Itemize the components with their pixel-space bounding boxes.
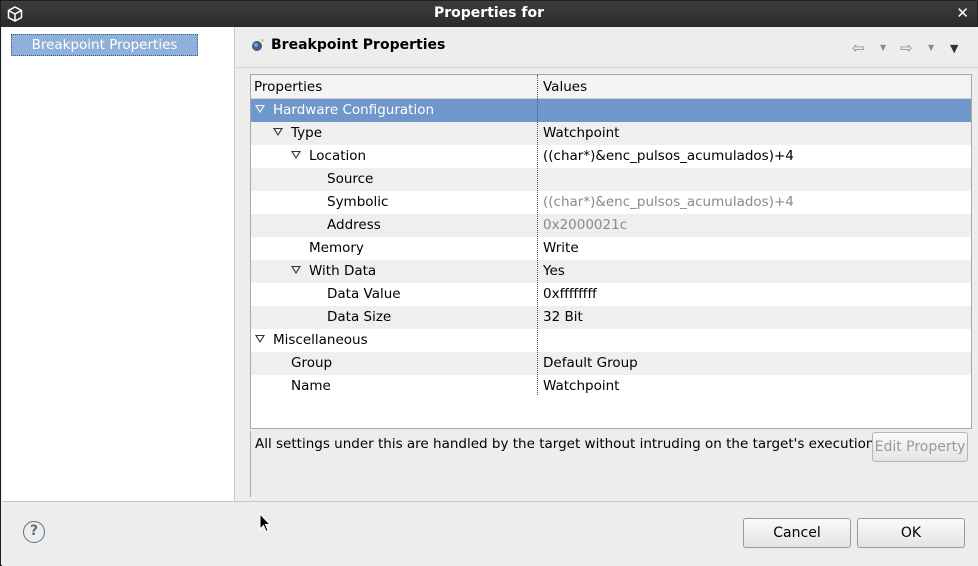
panel-title: Breakpoint Properties [271, 37, 446, 53]
property-name: Hardware Configuration [273, 102, 435, 118]
table-row[interactable]: Miscellaneous [251, 329, 971, 352]
expand-toggle-icon[interactable] [255, 335, 265, 343]
property-name: Memory [309, 240, 364, 256]
property-name: Data Size [327, 309, 392, 325]
column-header-values[interactable]: Values [543, 79, 587, 95]
expand-toggle-icon[interactable] [291, 151, 301, 159]
table-header: Properties Values [251, 75, 971, 99]
cancel-button[interactable]: Cancel [743, 518, 851, 548]
table-row[interactable]: Symbolic ((char*)&enc_pulsos_acumulados)+… [251, 191, 971, 214]
property-value: ((char*)&enc_pulsos_acumulados)+4 [543, 194, 794, 210]
description-area: All settings under this are handled by t… [250, 431, 972, 497]
properties-table: Properties Values Hardware Configuration… [250, 74, 972, 429]
property-name: Miscellaneous [273, 332, 368, 348]
property-value[interactable]: 32 Bit [543, 309, 583, 325]
close-icon[interactable]: ✕ [956, 4, 969, 22]
property-name: Data Value [327, 286, 401, 302]
table-row[interactable]: Group Default Group [251, 352, 971, 375]
property-name: Type [291, 125, 323, 141]
expand-toggle-icon[interactable] [291, 266, 301, 274]
table-row[interactable]: Source [251, 168, 971, 191]
property-value: 0x2000021c [543, 217, 628, 233]
back-arrow-icon[interactable]: ⇦ [852, 39, 865, 57]
preference-nav-tree: Breakpoint Properties [2, 27, 235, 501]
button-bar: ? Cancel OK [2, 501, 978, 566]
property-name: Name [291, 378, 331, 394]
window-title: Properties for [433, 5, 544, 21]
table-row[interactable]: With Data Yes [251, 260, 971, 283]
breakpoint-icon [252, 39, 264, 51]
forward-arrow-icon[interactable]: ⇨ [900, 39, 913, 57]
table-row[interactable]: Data Size 32 Bit [251, 306, 971, 329]
help-icon[interactable]: ? [23, 521, 45, 543]
table-row[interactable]: Hardware Configuration [251, 99, 971, 122]
table-row[interactable]: Location ((char*)&enc_pulsos_acumulados)+… [251, 145, 971, 168]
column-header-properties[interactable]: Properties [254, 79, 322, 95]
table-row[interactable]: Type Watchpoint [251, 122, 971, 145]
forward-dropdown-icon[interactable]: ▼ [928, 43, 934, 52]
property-value[interactable]: Yes [543, 263, 565, 279]
back-dropdown-icon[interactable]: ▼ [880, 43, 886, 52]
property-name: Source [327, 171, 374, 187]
property-name: Group [291, 355, 333, 371]
property-value[interactable]: 0xffffffff [543, 286, 597, 302]
expand-toggle-icon[interactable] [273, 128, 283, 136]
title-bar: Properties for ✕ [1, 1, 977, 27]
property-name: With Data [309, 263, 377, 279]
property-description: All settings under this are handled by t… [255, 436, 875, 452]
property-name: Symbolic [327, 194, 389, 210]
property-value[interactable]: ((char*)&enc_pulsos_acumulados)+4 [543, 148, 794, 164]
edit-property-button[interactable]: Edit Property [872, 432, 968, 462]
column-separator[interactable] [537, 75, 538, 395]
property-value[interactable]: Write [543, 240, 579, 256]
property-value[interactable]: Watchpoint [543, 125, 619, 141]
panel-header: Breakpoint Properties ⇦ ▼ ⇨ ▼ ▼ [237, 27, 978, 68]
table-row[interactable]: Address 0x2000021c [251, 214, 971, 237]
ok-button[interactable]: OK [857, 518, 965, 548]
view-menu-icon[interactable]: ▼ [950, 42, 958, 55]
property-name: Location [309, 148, 367, 164]
table-row[interactable]: Memory Write [251, 237, 971, 260]
property-name: Address [327, 217, 381, 233]
nav-item-breakpoint-properties[interactable]: Breakpoint Properties [11, 34, 198, 56]
properties-dialog: Properties for ✕ Breakpoint Properties B… [0, 0, 978, 566]
expand-toggle-icon[interactable] [255, 105, 265, 113]
table-row[interactable]: Data Value 0xffffffff [251, 283, 971, 306]
mouse-pointer-icon [259, 513, 271, 533]
property-value[interactable]: Watchpoint [543, 378, 619, 394]
table-row[interactable]: Name Watchpoint [251, 375, 971, 398]
properties-panel: Breakpoint Properties ⇦ ▼ ⇨ ▼ ▼ Properti… [237, 27, 978, 501]
property-value[interactable]: Default Group [543, 355, 638, 371]
